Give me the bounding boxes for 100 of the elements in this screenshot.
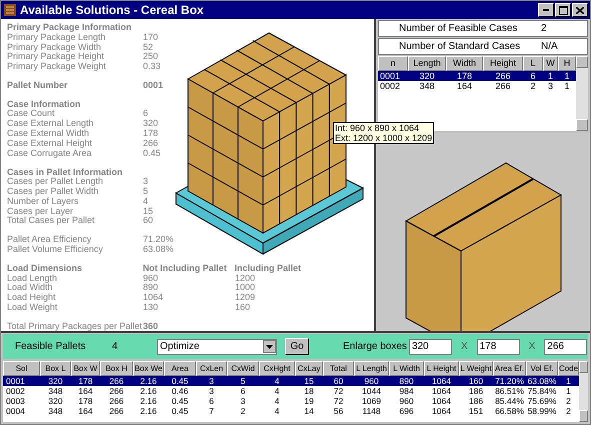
info-value: 0001: [143, 80, 164, 90]
info-label: Load Width: [7, 282, 53, 292]
size-field[interactable]: 178: [476, 338, 520, 354]
column-header[interactable]: H: [558, 56, 576, 71]
go-button[interactable]: Go: [285, 338, 309, 355]
table-row[interactable]: 0002 348 164 266 2 3 1: [378, 81, 576, 91]
column-header[interactable]: L Weight: [459, 361, 493, 376]
info-label: Primary Package Height: [7, 51, 106, 62]
column-heading: Not Including Pallet: [142, 262, 228, 273]
column-header[interactable]: W: [543, 56, 558, 71]
column-header[interactable]: Total: [323, 361, 354, 376]
summary-value: N/A: [541, 40, 558, 54]
info-label: Load Length: [7, 272, 58, 283]
info-label: Case External Height: [7, 138, 94, 148]
info-label: Total Cases per Pallet: [7, 215, 96, 226]
info-value: 1000: [235, 282, 256, 292]
minimize-icon: [543, 9, 549, 11]
column-header[interactable]: Code: [558, 361, 579, 376]
info-value: 63.08%: [143, 244, 174, 254]
column-header[interactable]: CxHght: [259, 361, 295, 376]
info-label: Cases per Pallet Width: [7, 186, 100, 196]
column-header[interactable]: Box We: [133, 361, 164, 376]
table-row[interactable]: 0001 320 178 266 6 1 1: [378, 71, 576, 81]
column-header[interactable]: Height: [483, 56, 523, 71]
info-value: 890: [143, 282, 160, 292]
info-value: 1064: [143, 292, 164, 302]
info-value: 6: [143, 108, 148, 118]
size-field[interactable]: 320: [408, 338, 452, 354]
column-header[interactable]: Box H: [100, 361, 133, 376]
info-value: 3: [143, 176, 148, 186]
app-icon: [3, 3, 17, 17]
column-header[interactable]: L: [523, 56, 543, 71]
info-value: 4: [143, 196, 148, 206]
column-header[interactable]: CxWid: [227, 361, 259, 376]
info-value: 266: [143, 138, 158, 148]
close-button[interactable]: [572, 3, 588, 17]
info-value: 60: [143, 215, 154, 226]
summary-value: 2: [541, 22, 547, 36]
info-value: 250: [143, 51, 158, 62]
column-header[interactable]: L Width: [389, 361, 424, 376]
column-header[interactable]: L Length: [354, 361, 389, 376]
column-heading: Including Pallet: [234, 262, 301, 273]
info-label: Primary Package Weight: [7, 61, 107, 72]
column-header[interactable]: Width: [446, 56, 483, 71]
info-label: Pallet Area Efficiency: [7, 234, 92, 244]
info-label: Cases per Layer: [7, 206, 74, 216]
column-header[interactable]: CxLen: [196, 361, 227, 376]
mode-dropdown[interactable]: Optimize: [157, 338, 277, 354]
table-row[interactable]: 0003 320 178 266 2.16 0.45 6 3 4 19 72 1069 960 1064 186 85.44% 75.69% 2: [3, 396, 579, 406]
close-icon: [576, 6, 584, 14]
section-heading: Primary Package Information: [7, 22, 133, 32]
size-field[interactable]: 266: [544, 338, 588, 354]
info-value: 1200: [235, 272, 256, 283]
section-heading: Cases in Pallet Information: [7, 166, 124, 176]
info-value: 0.33: [143, 61, 161, 72]
info-label: Pallet Volume Efficiency: [7, 244, 104, 254]
info-label: Case External Length: [7, 118, 95, 128]
info-label: Cases per Pallet Length: [7, 176, 104, 186]
maximize-icon: [558, 6, 568, 14]
info-label: Total Primary Packages per Pallet: [7, 320, 143, 331]
column-header[interactable]: CxLay: [295, 361, 323, 376]
column-header[interactable]: Box W: [71, 361, 100, 376]
minimize-button[interactable]: [538, 3, 554, 17]
column-header[interactable]: Sol: [3, 361, 40, 376]
column-header[interactable]: Vol Ef.: [526, 361, 558, 376]
column-header[interactable]: Area: [164, 361, 196, 376]
info-label: Load Height: [7, 292, 57, 302]
column-header[interactable]: Box L: [40, 361, 71, 376]
section-heading: Case Information: [7, 98, 82, 109]
scrollbar[interactable]: [579, 361, 588, 422]
feasible-pallets-count: 4: [112, 340, 119, 354]
window-title: Available Solutions - Cereal Box: [20, 2, 204, 19]
enlarge-label: Enlarge boxes: [343, 340, 407, 354]
times-sign: X: [528, 340, 536, 354]
info-value: 52: [143, 42, 154, 52]
column-header[interactable]: n: [378, 56, 408, 71]
table-row[interactable]: 0002 348 164 266 2.16 0.46 3 6 4 18 72 1044 984 1064 186 86.51% 75.84% 1: [3, 386, 579, 396]
info-label: Number of Layers: [7, 196, 80, 206]
column-header[interactable]: Length: [408, 56, 446, 71]
info-value: 320: [143, 118, 158, 128]
table-row[interactable]: 0004 348 164 266 2.16 0.45 7 2 4 14 56 1148 696 1064 151 66.58% 58.99% 2: [3, 406, 579, 416]
info-value: 71.20%: [143, 234, 174, 244]
info-value: 960: [143, 272, 160, 283]
maximize-button[interactable]: [555, 3, 571, 17]
info-value: 170: [143, 32, 158, 42]
info-value: 130: [143, 302, 160, 312]
info-label: Primary Package Width: [7, 42, 102, 52]
column-header[interactable]: L Height: [424, 361, 459, 376]
section-heading: Load Dimensions: [7, 262, 84, 273]
info-value: 0.45: [143, 148, 161, 158]
dimensions-tooltip: Int: 960 x 890 x 1064 Ext: 1200 x 1000 x 1209: [333, 122, 434, 144]
info-label: Case Corrugate Area: [7, 148, 93, 158]
info-label: Pallet Number: [7, 80, 69, 90]
column-header[interactable]: Area Ef.: [493, 361, 526, 376]
info-value: 160: [235, 302, 250, 312]
info-label: Case Count: [7, 108, 56, 118]
info-label: Primary Package Length: [7, 32, 107, 42]
table-row[interactable]: 0001 320 178 266 2.16 0.45 3 5 4 15 60 960 890 1064 160 71.20% 63.08% 1: [3, 376, 579, 386]
scrollbar[interactable]: [576, 56, 588, 131]
info-value: 1209: [235, 292, 256, 302]
